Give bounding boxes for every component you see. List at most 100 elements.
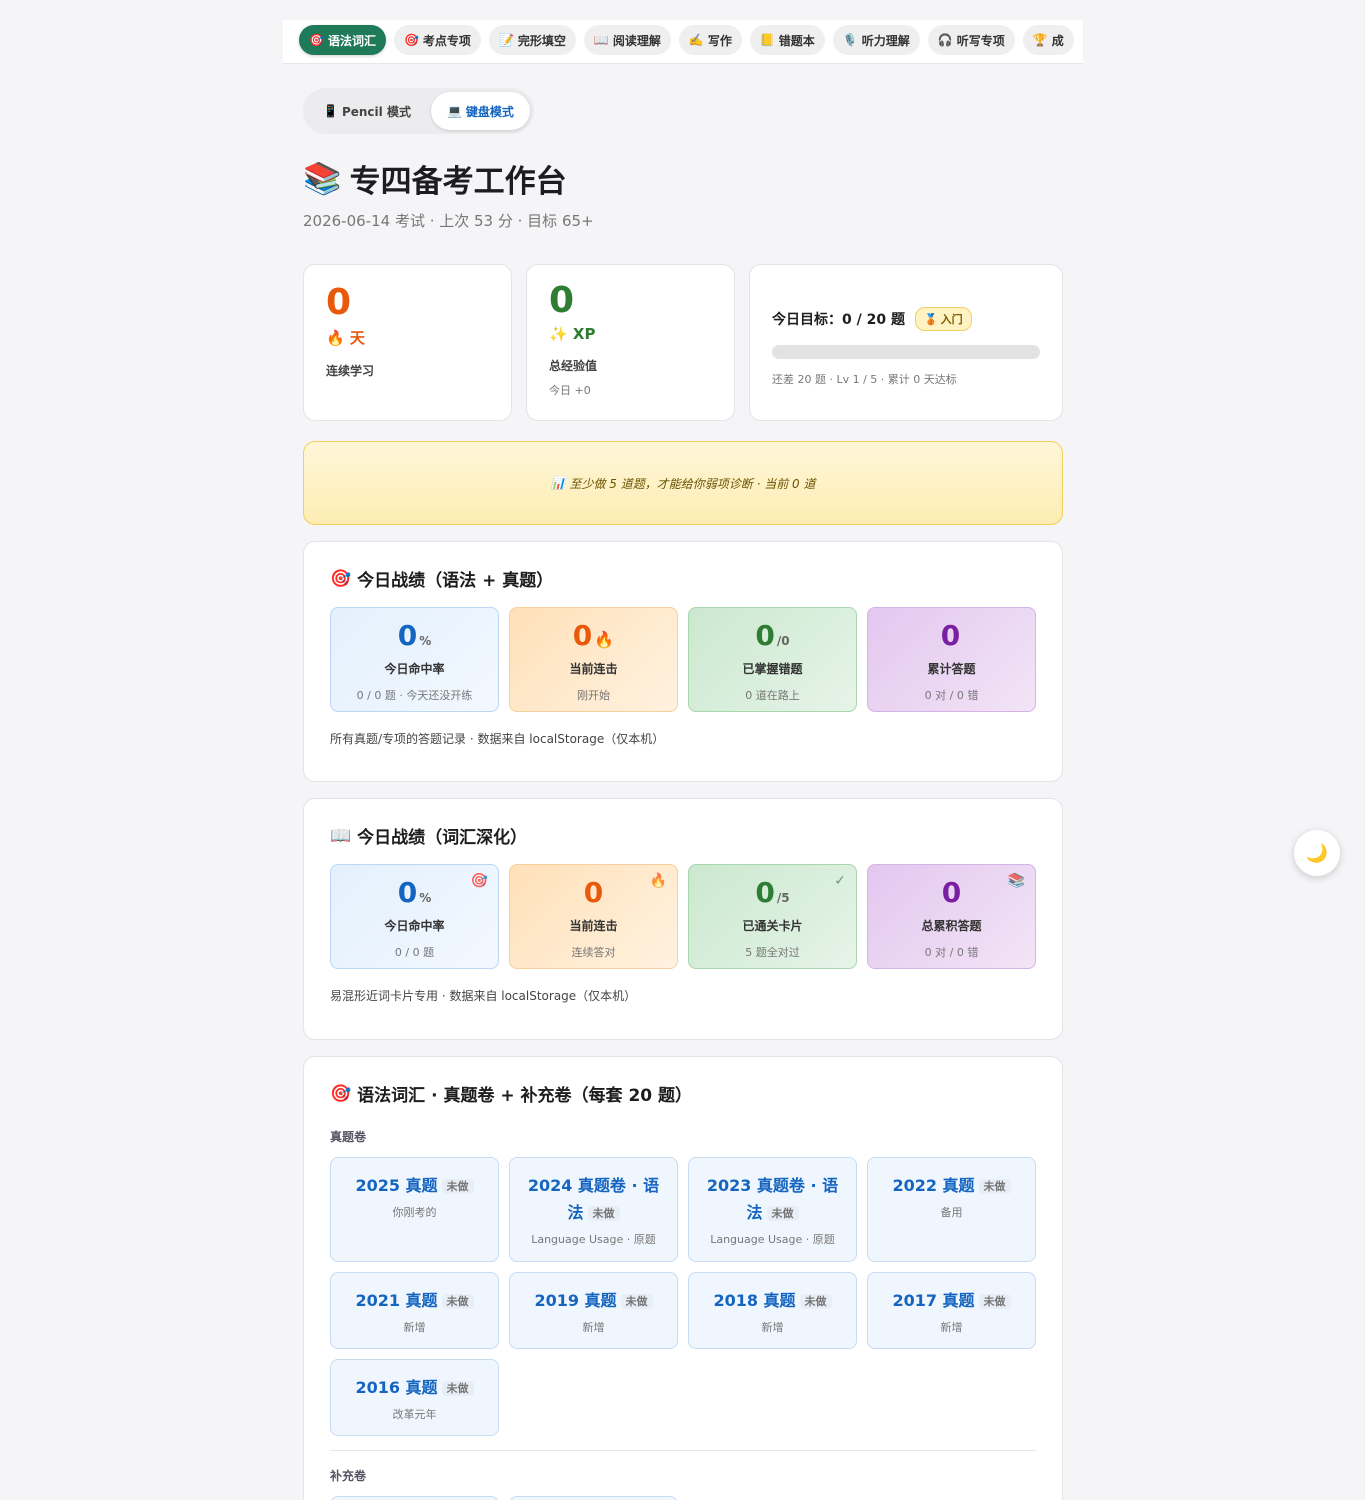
metric-number: 0: [941, 876, 962, 909]
metric-sub: 0 / 0 题 · 今天还没开练: [356, 689, 473, 702]
supplementary-paper[interactable]: [509, 1496, 678, 1500]
tab-reading[interactable]: 📖 阅读理解: [583, 25, 671, 55]
metric-number: 0: [583, 876, 604, 909]
tab-cloze[interactable]: 📝 完形填空: [488, 25, 576, 55]
metric-sub: 5 题全对过: [745, 946, 800, 959]
books-icon: 📚: [303, 161, 342, 197]
banner-text: 至少做 5 道题，才能给你弱项诊断 · 当前 0 道: [569, 476, 816, 491]
paper-2018[interactable]: 2018 真题 未做 新增: [688, 1272, 857, 1349]
xp-value: 0: [549, 280, 575, 321]
xp-unit: ✨ XP: [549, 325, 712, 343]
metric-suffix: /0: [776, 634, 790, 648]
tab-grammar-vocab[interactable]: 🎯 语法词汇: [299, 25, 386, 55]
tab-label: 考点专项: [422, 33, 471, 48]
tab-label: 阅读理解: [612, 33, 661, 48]
status-badge: 未做: [799, 1294, 832, 1309]
supplementary-papers-grid: [330, 1496, 1036, 1500]
keyboard-mode-button[interactable]: 💻 键盘模式: [430, 92, 530, 130]
paper-title-text: 2016 真题: [355, 1378, 438, 1397]
paper-sub: 备用: [940, 1206, 963, 1219]
metric-suffix: %: [419, 634, 432, 648]
fire-icon: 🔥: [326, 329, 345, 347]
paper-title-text: 2021 真题: [355, 1291, 438, 1310]
section-title: 📖 今日战绩（词汇深化）: [330, 823, 1036, 849]
paper-sub: Language Usage · 原题: [710, 1233, 835, 1246]
metric-label: 当前连击: [569, 919, 618, 933]
metric-number: 0: [940, 619, 961, 652]
page-title-text: 专四备考工作台: [349, 164, 567, 200]
tab-topic-drills[interactable]: 🎯 考点专项: [393, 25, 481, 55]
pencil-mode-button[interactable]: 📱 Pencil 模式: [307, 92, 427, 130]
metric-grid: 🎯 0% 今日命中率 0 / 0 题 🔥 0 当前连击 连续答对 ✓ 0/5 已…: [330, 864, 1036, 969]
paper-title: 2018 真题 未做: [699, 1287, 846, 1315]
target-icon: 🎯: [470, 873, 488, 889]
combo-metric: 0 🔥 当前连击 刚开始: [509, 607, 678, 712]
metric-label: 已通关卡片: [742, 919, 803, 933]
level-badge: 🥉 入门: [914, 307, 972, 331]
paper-title-text: 2025 真题: [355, 1176, 438, 1195]
metric-sub: 0 道在路上: [745, 689, 800, 702]
page-title: 📚 专四备考工作台: [303, 156, 567, 201]
paper-2022[interactable]: 2022 真题 未做 备用: [867, 1157, 1036, 1262]
paper-2024[interactable]: 2024 真题卷 · 语法 未做 Language Usage · 原题: [509, 1157, 678, 1262]
real-papers-grid: 2025 真题 未做 你刚考的 2024 真题卷 · 语法 未做 Language Us…: [330, 1157, 1036, 1436]
headphones-icon: 🎧: [937, 33, 953, 47]
xp-today: 今日 +0: [549, 384, 591, 397]
paper-2019[interactable]: 2019 真题 未做 新增: [509, 1272, 678, 1349]
metric-number: 0: [755, 619, 775, 652]
dark-mode-toggle[interactable]: 🌙: [1294, 830, 1340, 876]
metric-label: 今日命中率: [384, 662, 445, 676]
paper-2016[interactable]: 2016 真题 未做 改革元年: [330, 1359, 499, 1436]
paper-2021[interactable]: 2021 真题 未做新增: [330, 1272, 499, 1349]
supplementary-paper[interactable]: [330, 1496, 499, 1500]
fire-icon: 🔥: [594, 630, 615, 649]
daily-goal-card: 今日目标：0 / 20 题 🥉 入门 还差 20 题 · Lv 1 / 5 · 累…: [749, 264, 1063, 421]
moon-icon: 🌙: [1305, 842, 1329, 864]
metric-sub: 刚开始: [577, 689, 610, 702]
metric-sub: 连续答对: [571, 946, 616, 959]
tab-writing[interactable]: ✍️ 写作: [678, 25, 742, 55]
tab-label: 听力理解: [861, 33, 910, 48]
section-title-text: 语法词汇 · 真题卷 + 补充卷（每套 20 题）: [357, 1086, 693, 1106]
tab-mistake-book[interactable]: 📒 错题本: [749, 25, 825, 55]
paper-2023[interactable]: 2023 真题卷 · 语法 未做 Language Usage · 原题: [688, 1157, 857, 1262]
metric-sub: 0 对 / 0 错: [924, 946, 979, 959]
metric-value: 0/5: [689, 879, 856, 907]
metric-suffix: %: [419, 891, 432, 905]
tab-dictation[interactable]: 🎧 听写专项: [927, 25, 1015, 55]
xp-label: 总经验值: [549, 359, 598, 373]
cleared-cards-metric: ✓ 0/5 已通关卡片 5 题全对过: [688, 864, 857, 969]
total-answers-metric: 0 累计答题 0 对 / 0 错: [867, 607, 1036, 712]
paper-2017[interactable]: 2017 真题 未做 新增: [867, 1272, 1036, 1349]
diagnosis-banner: 📊 至少做 5 道题，才能给你弱项诊断 · 当前 0 道: [303, 441, 1063, 525]
tab-label: 错题本: [778, 33, 815, 48]
mode-label: Pencil 模式: [341, 104, 411, 119]
tab-listening[interactable]: 🎙️ 听力理解: [832, 25, 920, 55]
metric-grid: 0% 今日命中率 0 / 0 题 · 今天还没开练 0 🔥 当前连击 刚开始 0/…: [330, 607, 1036, 712]
metric-number: 0: [397, 876, 418, 909]
target-icon: 🎯: [403, 33, 419, 47]
laptop-icon: 💻: [446, 104, 462, 118]
paper-sub: 新增: [403, 1321, 426, 1334]
paper-sub: 改革元年: [392, 1408, 437, 1421]
sparkles-icon: ✨: [549, 325, 568, 343]
paper-title: 2024 真题卷 · 语法 未做: [520, 1172, 667, 1227]
level-badge-text: 入门: [940, 313, 963, 326]
paper-sub: 新增: [940, 1321, 963, 1334]
input-mode-switch: 📱 Pencil 模式 💻 键盘模式: [303, 88, 534, 134]
paper-title-text: 2019 真题: [534, 1291, 617, 1310]
medal-icon: 🥉: [923, 312, 938, 326]
tab-achievements[interactable]: 🏆 成: [1022, 25, 1074, 55]
paper-sub: 新增: [582, 1321, 605, 1334]
grammar-today-section: 🎯 今日战绩（语法 + 真题） 0% 今日命中率 0 / 0 题 · 今天还没开练…: [303, 541, 1063, 782]
mastered-mistakes-metric: 0/0 已掌握错题 0 道在路上: [688, 607, 857, 712]
book-icon: 📖: [593, 33, 609, 47]
paper-title: 2021 真题 未做: [341, 1287, 488, 1315]
paper-2025[interactable]: 2025 真题 未做 你刚考的: [330, 1157, 499, 1262]
paper-sub: Language Usage · 原题: [531, 1233, 656, 1246]
combo-metric: 🔥 0 当前连击 连续答对: [509, 864, 678, 969]
xp-unit-text: XP: [572, 325, 596, 343]
hit-rate-metric: 0% 今日命中率 0 / 0 题 · 今天还没开练: [330, 607, 499, 712]
paper-title: 2023 真题卷 · 语法 未做: [699, 1172, 846, 1227]
tab-strip: 🎯 语法词汇 🎯 考点专项 📝 完形填空 📖 阅读理解 ✍️ 写作 📒 错题本 🎙️ 听力理解…: [283, 20, 1083, 60]
